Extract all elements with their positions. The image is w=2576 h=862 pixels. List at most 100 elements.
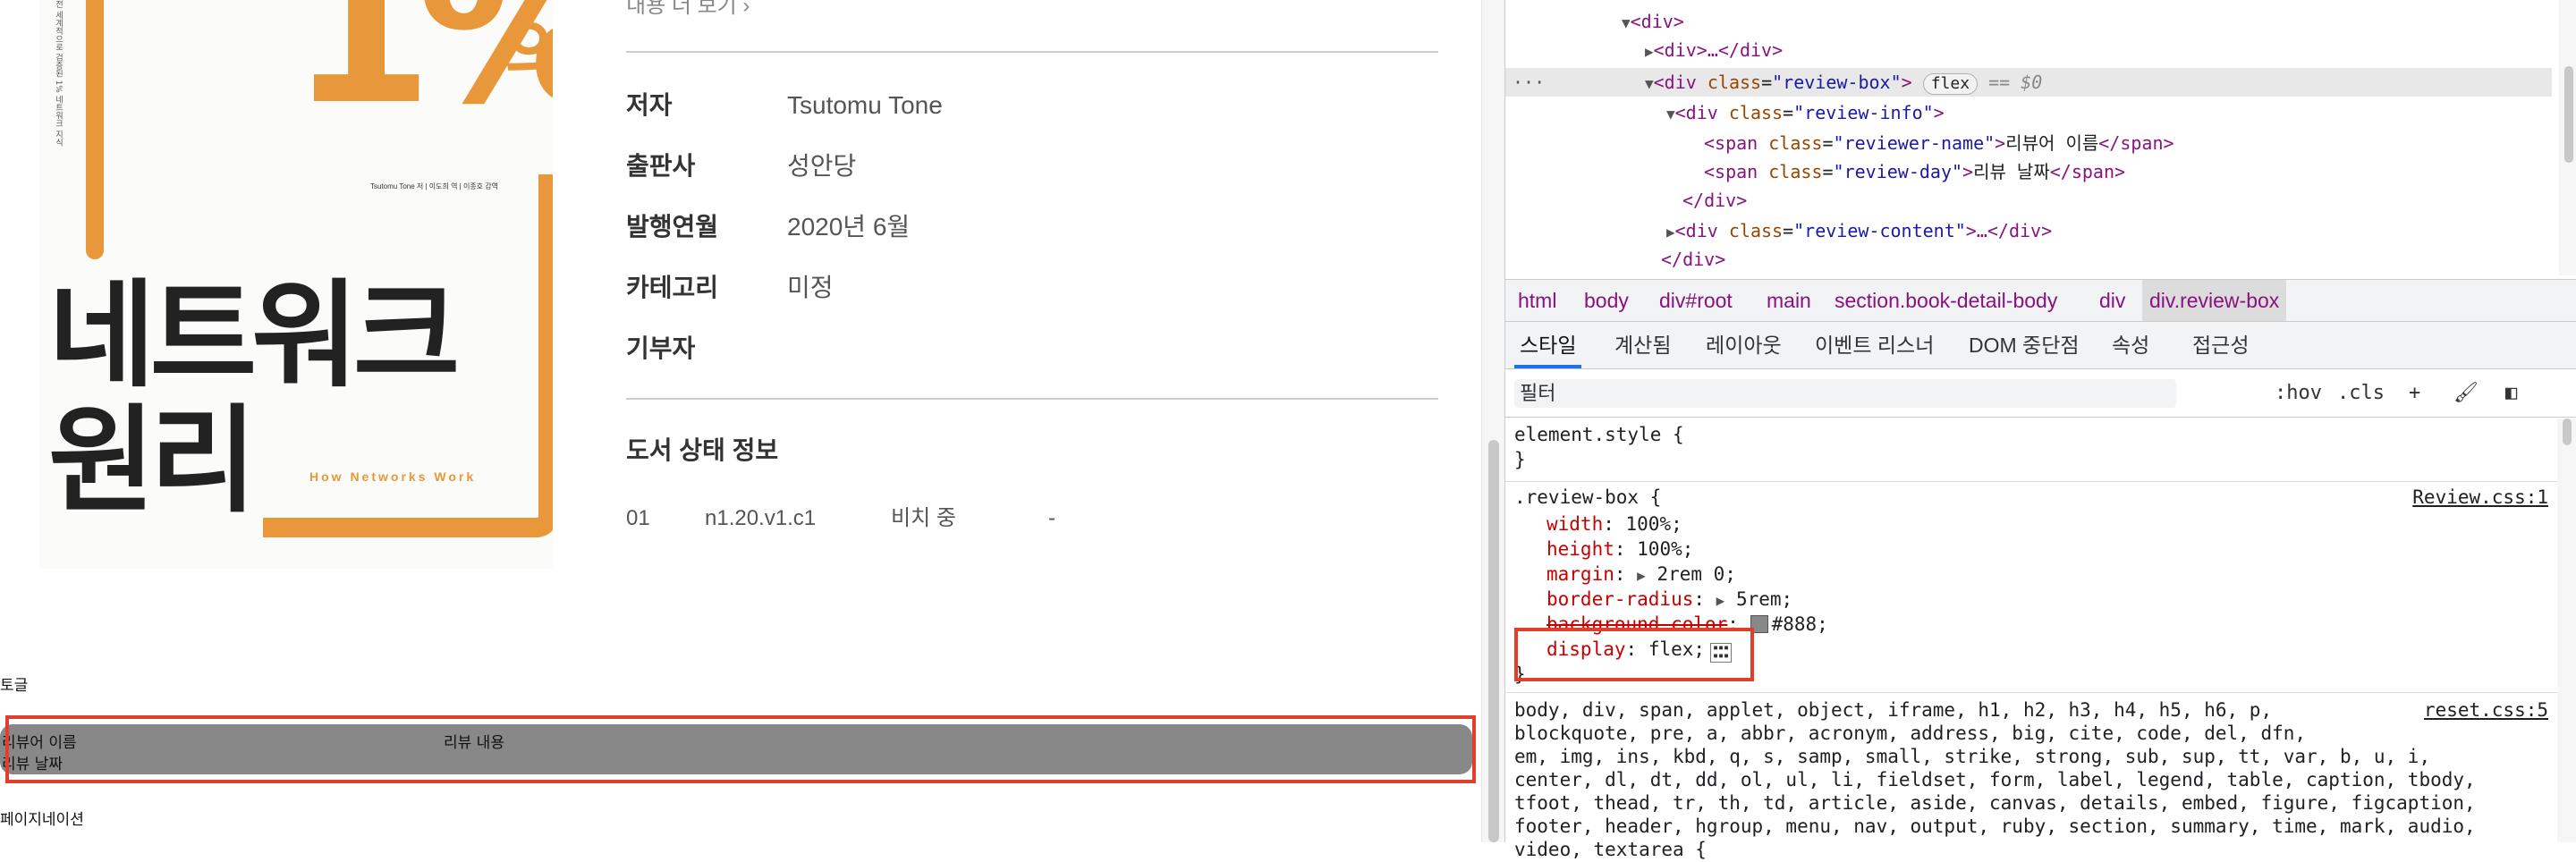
dom-attr-value: "reviewer-name" [1833,132,1996,154]
dom-tag: > [1901,72,1912,93]
divider-top [626,51,1438,53]
dom-attr-name: class [1728,220,1784,241]
reset-rule-selector[interactable]: blockquote, pre, a, abbr, acronym, addre… [1514,721,2306,746]
reset-rule-selector[interactable]: tfoot, thead, tr, th, td, article, aside… [1514,790,2476,816]
page-scrollbar-thumb[interactable] [1488,440,1499,842]
rule-source-link[interactable]: Review.css:1 [2412,485,2548,510]
style-prop-width[interactable]: width: 100%; [1546,511,1682,537]
breadcrumb-item[interactable]: main [1767,280,1811,321]
reset-source-link[interactable]: reset.css:5 [2424,697,2548,723]
dom-node-review-day[interactable]: <span class="review-day">리뷰 날짜</span> [1505,157,2552,186]
rule-divider [1505,692,2557,693]
tab-accessibility[interactable]: 접근성 [2192,322,2249,368]
dom-node-reviewer-name[interactable]: <span class="reviewer-name">리뷰어 이름</span… [1505,129,2552,157]
info-value: Tsutomu Tone [787,91,943,119]
dom-attr-value: "review-info" [1793,102,1934,123]
expand-triangle-icon[interactable]: ▶ [1716,592,1725,609]
flex-badge[interactable]: flex [1922,73,1979,95]
prop-name: margin [1546,563,1614,585]
dom-tag: </div> [1661,249,1726,270]
pagination-label[interactable]: 페이지네이션 [0,807,84,829]
dom-scrollbar[interactable] [2559,0,2576,275]
paint-brush-icon[interactable]: 🖌 [2453,379,2479,408]
dom-tag: <span [1704,132,1758,154]
status-state: 비치 중 [891,506,956,530]
breadcrumb-item[interactable]: html [1518,280,1556,321]
style-prop-height[interactable]: height: 100%; [1546,537,1693,562]
styles-scrollbar[interactable] [2557,418,2576,842]
prop-name: border-radius [1546,588,1694,610]
dom-node-review-content[interactable]: ▶<div class="review-content">…</div> [1505,216,2552,245]
dom-scrollbar-thumb[interactable] [2564,66,2573,163]
dom-node-close-div[interactable]: </div> [1505,186,2552,215]
dom-node-review-box[interactable]: ··· ▼<div class="review-box"> flex == $0 [1505,68,2552,97]
reset-rule-selector[interactable]: body, div, span, applet, object, iframe,… [1514,697,2272,723]
prop-name: height [1546,538,1614,560]
prop-value: 5rem; [1735,588,1793,610]
tab-styles[interactable]: 스타일 [1514,322,1582,368]
expand-triangle-icon[interactable]: ▶ [1645,43,1654,60]
breadcrumb-item[interactable]: body [1584,280,1629,321]
dom-node-close-div[interactable]: </div> [1505,245,2552,274]
prop-value: #888; [1771,613,1828,635]
cover-title-line1: 네트워크 [48,266,460,403]
breadcrumb-item[interactable]: div [2099,280,2125,321]
reset-rule-selector[interactable]: footer, header, hgroup, menu, nav, outpu… [1514,814,2476,839]
tab-properties[interactable]: 속성 [2112,322,2149,368]
info-label: 카테고리 [626,274,719,301]
rule-divider [1505,481,2557,482]
reset-rule-selector[interactable]: em, img, ins, kbd, q, s, samp, small, st… [1514,744,2430,769]
tab-layout[interactable]: 레이아웃 [1706,322,1782,368]
style-prop-margin[interactable]: margin: ▶ 2rem 0; [1546,562,1736,588]
dom-node-div[interactable]: ▼<div> [1505,7,2552,36]
dom-node-div-collapsed[interactable]: ▶<div>…</div> [1505,36,2552,64]
styles-scrollbar-thumb[interactable] [2563,418,2572,445]
element-style-selector[interactable]: element.style { [1514,422,1684,447]
tab-dom-breakpoints[interactable]: DOM 중단점 [1969,322,2080,368]
collapse-triangle-icon[interactable]: ▼ [1622,14,1631,31]
dom-attr-name: class [1707,72,1762,93]
expand-triangle-icon[interactable]: ▶ [1637,567,1646,584]
breadcrumb-item[interactable]: section.book-detail-body [1835,280,2057,321]
display-prop-highlight [1514,628,1754,681]
reset-rule-selector[interactable]: center, dl, dt, dd, ol, ul, li, fieldset… [1514,767,2476,792]
style-prop-border-radius[interactable]: border-radius: ▶ 5rem; [1546,587,1792,613]
reset-rule-selector[interactable]: video, textarea { [1514,837,1707,862]
dom-node-review-info[interactable]: ▼<div class="review-info"> [1505,98,2552,127]
page-scrollbar[interactable] [1481,0,1505,842]
rule-close-brace: } [1514,449,1526,470]
info-label: 저자 [626,91,673,119]
more-link[interactable]: 내용 더 보기 › [626,0,750,19]
filter-input[interactable]: 필터 [1514,379,2176,408]
book-detail-page: 전 세계적으로 검증된 1% 네트워크 지식 1% 의 Tsutomu Tone… [0,0,1481,842]
tab-computed[interactable]: 계산됨 [1614,322,1671,368]
tab-event-listeners[interactable]: 이벤트 리스너 [1815,322,1934,368]
dom-tag: <div [1674,102,1718,123]
collapse-triangle-icon[interactable]: ▼ [1666,106,1675,123]
breadcrumb-item[interactable]: div#root [1659,280,1733,321]
cls-toggle[interactable]: .cls [2337,379,2385,408]
hov-toggle[interactable]: :hov [2275,379,2322,408]
dom-tag: <div [1653,72,1697,93]
dom-attr-name: class [1728,102,1784,123]
info-value: 2020년 6월 [787,213,911,241]
breadcrumb: html body div#root main section.book-det… [1505,279,2576,322]
breadcrumb-item-current[interactable]: div.review-box [2142,280,2287,321]
status-extra: - [1048,506,1055,530]
dom-text: 리뷰 날짜 [1973,161,2050,182]
add-rule-icon[interactable]: + [2409,379,2420,408]
dom-tag: <span [1704,161,1758,182]
info-value: 성안당 [787,152,857,180]
toggle-label[interactable]: 토글 [0,672,28,695]
expand-triangle-icon[interactable]: ▶ [1666,224,1675,241]
rule-selector[interactable]: .review-box { [1514,485,1661,510]
dom-tag: >…</div> [1965,220,2053,241]
more-options-icon[interactable]: ··· [1513,68,1545,97]
collapse-triangle-icon[interactable]: ▼ [1645,75,1654,92]
selected-node-marker: == $0 [1988,72,2043,93]
dom-tag: <div>…</div> [1653,39,1784,61]
toggle-sidebar-icon[interactable]: ◧ [2505,379,2517,408]
info-label: 기부자 [626,334,696,362]
dom-tag: > [1995,132,2006,154]
dom-attr-value: "review-box" [1772,72,1902,93]
